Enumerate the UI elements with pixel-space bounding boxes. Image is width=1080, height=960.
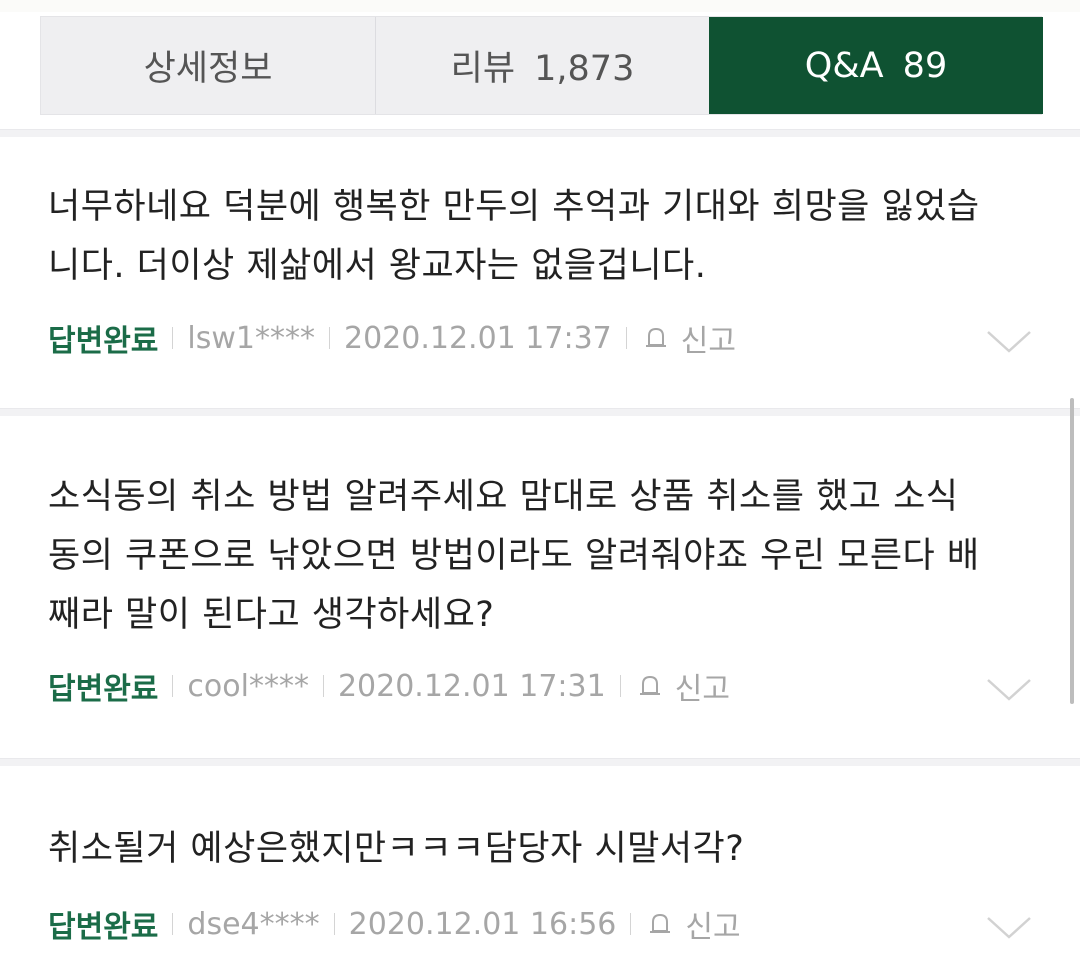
report-label: 신고 — [680, 324, 736, 359]
meta-separator — [619, 675, 621, 697]
meta-separator — [172, 327, 174, 349]
chevron-down-icon[interactable] — [986, 678, 1032, 702]
question-line: 동의 쿠폰으로 낚았으면 방법이라도 알려줘야죠 우린 모른다 배 — [48, 536, 980, 576]
tab-details[interactable]: 상세정보 — [41, 17, 375, 114]
report-label: 신고 — [685, 910, 741, 945]
report-button[interactable]: 신고 — [645, 902, 741, 946]
meta-row: 답변완료 lsw1**** 2020.12.01 17:37 신고 — [48, 316, 736, 360]
chevron-down-icon[interactable] — [986, 916, 1032, 940]
question-line: 소식동의 취소 방법 알려주세요 맘대로 상품 취소를 했고 소식 — [48, 477, 959, 517]
divider — [0, 408, 1080, 416]
answer-status: 답변완료 — [48, 672, 159, 707]
meta-separator — [329, 327, 330, 349]
datetime: 2020.12.01 17:31 — [337, 668, 606, 704]
meta-separator — [625, 327, 627, 349]
report-button[interactable]: 신고 — [641, 316, 736, 360]
tab-qa[interactable]: Q&A 89 — [709, 17, 1043, 114]
report-label: 신고 — [674, 672, 730, 707]
meta-separator — [630, 913, 632, 935]
answer-status: 답변완료 — [48, 910, 159, 945]
top-strip — [0, 0, 1080, 12]
user-id: lsw1**** — [187, 320, 315, 356]
divider — [0, 129, 1080, 137]
report-button[interactable]: 신고 — [635, 664, 730, 708]
user-id: cool**** — [187, 668, 309, 704]
bell-icon — [645, 327, 666, 347]
scrollbar[interactable] — [1070, 398, 1074, 704]
question-text: 너무하네요 덕분에 행복한 만두의 추억과 기대와 희망을 잃었습 니다. 더이… — [48, 178, 1038, 296]
tab-bar: 상세정보 리뷰 1,873 Q&A 89 — [40, 16, 1043, 115]
meta-separator — [333, 913, 335, 935]
question-line: 너무하네요 덕분에 행복한 만두의 추억과 기대와 희망을 잃었습 — [48, 187, 980, 227]
question-line: 취소될거 예상은했지만ㅋㅋㅋ담당자 시말서각? — [48, 829, 745, 869]
question-line: 니다. 더이상 제삶에서 왕교자는 없을겁니다. — [48, 246, 707, 286]
meta-row: 답변완료 cool**** 2020.12.01 17:31 신고 — [48, 664, 730, 708]
meta-separator — [172, 675, 174, 697]
question-text: 취소될거 예상은했지만ㅋㅋㅋ담당자 시말서각? — [48, 820, 1038, 879]
datetime: 2020.12.01 16:56 — [348, 906, 617, 942]
chevron-down-icon[interactable] — [986, 330, 1032, 354]
meta-separator — [322, 675, 324, 697]
meta-row: 답변완료 dse4**** 2020.12.01 16:56 신고 — [48, 902, 741, 946]
answer-status: 답변완료 — [48, 324, 159, 359]
meta-separator — [172, 913, 174, 935]
user-id: dse4**** — [187, 906, 320, 942]
question-line: 째라 말이 된다고 생각하세요? — [48, 595, 495, 635]
bell-icon — [639, 675, 660, 695]
tab-reviews[interactable]: 리뷰 1,873 — [375, 17, 709, 114]
bell-icon — [650, 913, 671, 933]
divider — [0, 758, 1080, 766]
datetime: 2020.12.01 17:37 — [344, 320, 612, 356]
qa-page: 상세정보 리뷰 1,873 Q&A 89 너무하네요 덕분에 행복한 만두의 추… — [0, 0, 1080, 960]
question-text: 소식동의 취소 방법 알려주세요 맘대로 상품 취소를 했고 소식 동의 쿠폰으… — [48, 468, 1038, 645]
